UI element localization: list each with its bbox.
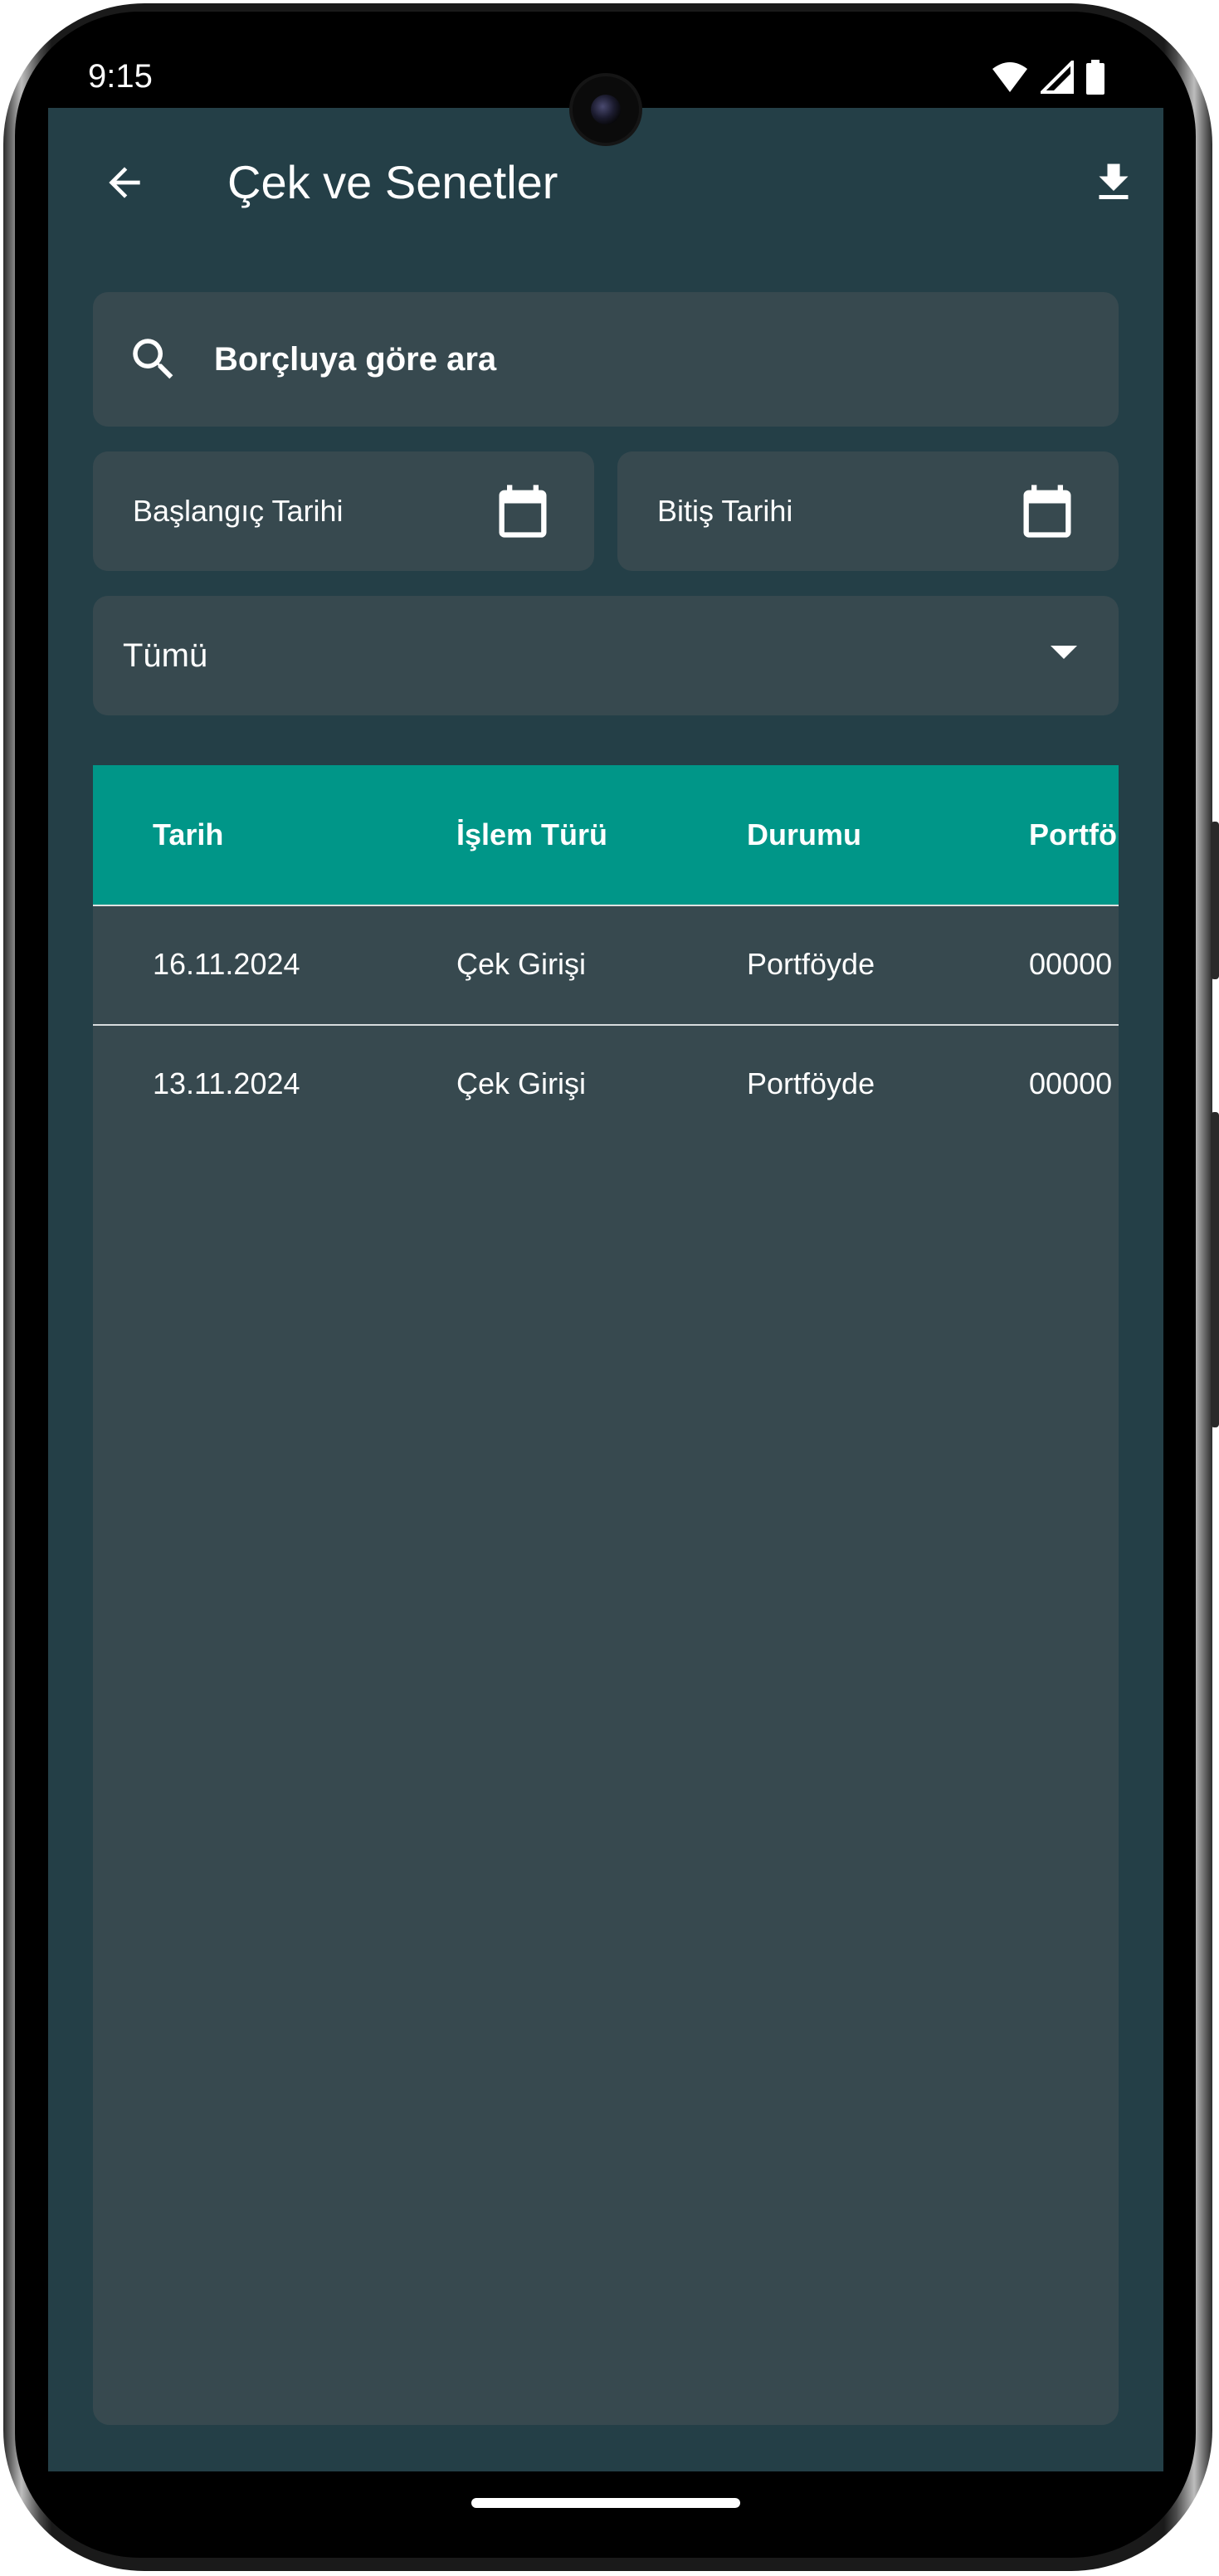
search-placeholder: Borçluya göre ara xyxy=(214,341,497,378)
column-header-status[interactable]: Durumu xyxy=(747,812,861,858)
status-filter-dropdown[interactable]: Tümü xyxy=(93,596,1119,715)
calendar-icon[interactable] xyxy=(1016,480,1079,543)
end-date-field[interactable]: Bitiş Tarihi xyxy=(617,451,1119,571)
signal-icon xyxy=(1041,61,1074,94)
cell-status: Portföyde xyxy=(747,947,875,981)
search-input[interactable]: Borçluya göre ara xyxy=(93,292,1119,427)
app-screen: Çek ve Senetler Borçluya göre ara Başlan… xyxy=(48,108,1163,2471)
column-header-date[interactable]: Tarih xyxy=(153,812,223,858)
table-row[interactable]: 13.11.2024 Çek Girişi Portföyde 00000 xyxy=(93,1026,1119,1144)
power-button xyxy=(1211,1112,1219,1427)
front-camera xyxy=(573,76,639,143)
wifi-icon xyxy=(992,62,1027,92)
phone-device: 9:15 Çek ve Senetler Borçluya göre ara B… xyxy=(0,0,1219,2576)
start-date-field[interactable]: Başlangıç Tarihi xyxy=(93,451,594,571)
status-time: 9:15 xyxy=(88,58,153,95)
arrow-left-icon xyxy=(109,167,140,198)
home-indicator[interactable] xyxy=(471,2498,740,2508)
end-date-label: Bitiş Tarihi xyxy=(657,494,793,528)
download-icon xyxy=(1099,163,1129,199)
calendar-icon[interactable] xyxy=(491,480,554,543)
cell-portfolio: 00000 xyxy=(1029,947,1113,981)
volume-button xyxy=(1211,822,1219,979)
battery-icon xyxy=(1086,60,1104,95)
cell-status: Portföyde xyxy=(747,1066,875,1100)
cell-date: 16.11.2024 xyxy=(153,947,300,981)
back-button[interactable] xyxy=(91,149,158,216)
start-date-label: Başlangıç Tarihi xyxy=(133,494,344,528)
cell-date: 13.11.2024 xyxy=(153,1066,300,1100)
cell-portfolio: 00000 xyxy=(1029,1066,1113,1100)
download-button[interactable] xyxy=(1080,149,1147,216)
table-header-row: Tarih İşlem Türü Durumu Portfö xyxy=(93,765,1119,906)
cell-transaction-type: Çek Girişi xyxy=(456,947,587,981)
status-icons xyxy=(991,60,1105,95)
camera-lens xyxy=(591,95,621,124)
page-title: Çek ve Senetler xyxy=(227,156,558,208)
status-filter-value: Tümü xyxy=(123,637,208,674)
cell-transaction-type: Çek Girişi xyxy=(456,1066,587,1100)
column-header-portfolio[interactable]: Portfö xyxy=(1029,812,1117,858)
column-header-transaction-type[interactable]: İşlem Türü xyxy=(456,812,607,858)
search-icon xyxy=(126,332,181,387)
table-row[interactable]: 16.11.2024 Çek Girişi Portföyde 00000 xyxy=(93,906,1119,1026)
checks-table: Tarih İşlem Türü Durumu Portfö 16.11.202… xyxy=(93,765,1119,2425)
chevron-down-icon xyxy=(1051,646,1077,659)
